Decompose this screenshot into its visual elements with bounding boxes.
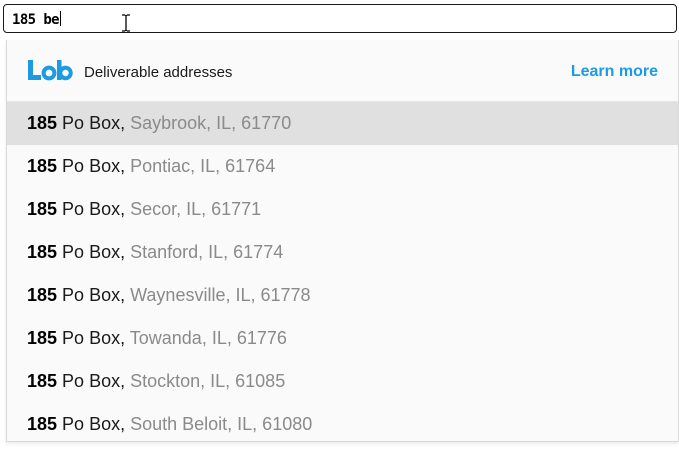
suggestion-item[interactable]: 185 Po Box, Pontiac, IL, 61764 [7, 145, 678, 188]
learn-more-link[interactable]: Learn more [571, 63, 658, 81]
text-cursor-icon [122, 14, 130, 32]
suggestion-number: 185 [27, 285, 58, 305]
suggestion-street: Po Box, [57, 285, 126, 305]
suggestion-locality: Pontiac, IL, 61764 [125, 156, 276, 176]
suggestion-street: Po Box, [57, 328, 126, 348]
suggestion-number: 185 [27, 113, 58, 133]
suggestion-number: 185 [27, 242, 58, 262]
suggestion-locality: Towanda, IL, 61776 [125, 328, 287, 348]
suggestion-street: Po Box, [57, 156, 126, 176]
suggestion-street: Po Box, [57, 414, 126, 434]
header-title: Deliverable addresses [84, 64, 233, 81]
suggestion-number: 185 [27, 199, 58, 219]
suggestion-street: Po Box, [57, 199, 126, 219]
suggestion-street: Po Box, [57, 242, 126, 262]
suggestion-locality: South Beloit, IL, 61080 [125, 414, 313, 434]
suggestion-street: Po Box, [57, 371, 126, 391]
suggestion-item[interactable]: 185 Po Box, South Beloit, IL, 61080 [7, 403, 678, 441]
suggestion-locality: Saybrook, IL, 61770 [125, 113, 292, 133]
suggestion-locality: Stockton, IL, 61085 [125, 371, 286, 391]
suggestion-item[interactable]: 185 Po Box, Saybrook, IL, 61770 [7, 102, 678, 145]
suggestion-locality: Secor, IL, 61771 [125, 199, 262, 219]
suggestions-dropdown: Deliverable addresses Learn more 185 Po … [6, 40, 679, 442]
lob-logo-icon [28, 60, 73, 81]
suggestion-list: 185 Po Box, Saybrook, IL, 61770 185 Po Bo… [7, 102, 678, 441]
suggestion-item[interactable]: 185 Po Box, Stanford, IL, 61774 [7, 231, 678, 274]
text-caret [59, 11, 61, 26]
suggestion-number: 185 [27, 414, 58, 434]
suggestion-locality: Stanford, IL, 61774 [125, 242, 284, 262]
suggestion-item[interactable]: 185 Po Box, Secor, IL, 61771 [7, 188, 678, 231]
dropdown-header: Deliverable addresses Learn more [7, 40, 678, 102]
address-autocomplete: 185 be Deliverable addresses Learn more … [0, 0, 679, 458]
suggestion-street: Po Box, [57, 113, 126, 133]
suggestion-item[interactable]: 185 Po Box, Waynesville, IL, 61778 [7, 274, 678, 317]
suggestion-number: 185 [27, 156, 58, 176]
suggestion-locality: Waynesville, IL, 61778 [125, 285, 311, 305]
suggestion-number: 185 [27, 328, 58, 348]
suggestion-item[interactable]: 185 Po Box, Towanda, IL, 61776 [7, 317, 678, 360]
address-search-input[interactable]: 185 be [3, 4, 677, 33]
search-input-value: 185 be [12, 11, 61, 28]
suggestion-number: 185 [27, 371, 58, 391]
suggestion-item[interactable]: 185 Po Box, Stockton, IL, 61085 [7, 360, 678, 403]
